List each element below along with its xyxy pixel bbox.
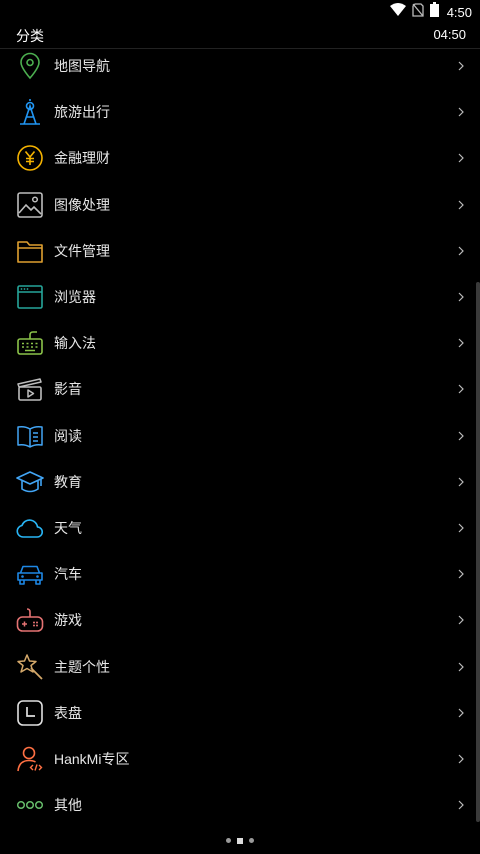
- chevron-right-icon: [458, 615, 464, 625]
- category-row-files[interactable]: 文件管理: [0, 228, 480, 274]
- chevron-right-icon: [458, 754, 464, 764]
- chevron-right-icon: [458, 154, 464, 163]
- category-row-map[interactable]: 地图导航: [0, 43, 480, 89]
- page-indicator[interactable]: [0, 838, 480, 844]
- category-label: 图像处理: [54, 196, 110, 213]
- chevron-right-icon: [458, 431, 464, 441]
- status-bar: 4:50: [0, 0, 480, 24]
- chevron-right-icon: [458, 569, 464, 579]
- category-label: 其他: [54, 797, 82, 814]
- category-label: 天气: [54, 519, 82, 536]
- chevron-right-icon: [458, 107, 464, 117]
- scrollbar[interactable]: [476, 282, 480, 822]
- cloud-icon: [16, 514, 44, 542]
- category-label: 文件管理: [54, 242, 110, 259]
- no-sim-icon: [412, 2, 424, 22]
- gamepad-icon: [16, 606, 44, 634]
- category-row-education[interactable]: 教育: [0, 459, 480, 505]
- category-row-themes[interactable]: 主题个性: [0, 643, 480, 689]
- category-row-browser[interactable]: 浏览器: [0, 274, 480, 320]
- category-label: 主题个性: [54, 658, 110, 675]
- video-icon: [16, 375, 44, 403]
- chevron-right-icon: [458, 61, 464, 71]
- user-code-icon: [16, 745, 44, 773]
- chevron-right-icon: [458, 384, 464, 394]
- category-label: 游戏: [54, 612, 82, 629]
- folder-icon: [16, 237, 44, 265]
- category-row-car[interactable]: 汽车: [0, 551, 480, 597]
- chevron-right-icon: [458, 477, 464, 487]
- clock-icon: [16, 699, 44, 727]
- category-row-travel[interactable]: 旅游出行: [0, 89, 480, 135]
- category-label: HankMi专区: [54, 750, 130, 767]
- category-label: 教育: [54, 473, 82, 490]
- category-row-input-method[interactable]: 输入法: [0, 320, 480, 366]
- browser-icon: [16, 283, 44, 311]
- category-row-finance[interactable]: 金融理财: [0, 135, 480, 181]
- status-time: 4:50: [446, 4, 472, 20]
- magic-wand-icon: [16, 653, 44, 681]
- keyboard-icon: [16, 329, 44, 357]
- category-row-weather[interactable]: 天气: [0, 505, 480, 551]
- category-list: 地图导航 旅游出行 金融理财 图像处理 文件管理 浏览器 输入法 影音 阅读 教…: [0, 43, 480, 828]
- category-label: 浏览器: [54, 289, 96, 306]
- tower-icon: [16, 98, 44, 126]
- chevron-right-icon: [458, 200, 464, 210]
- category-label: 影音: [54, 381, 82, 398]
- category-label: 阅读: [54, 427, 82, 444]
- page-dot[interactable]: [249, 838, 254, 843]
- book-icon: [16, 422, 44, 450]
- chevron-right-icon: [458, 800, 464, 810]
- category-row-video[interactable]: 影音: [0, 366, 480, 412]
- category-row-reading[interactable]: 阅读: [0, 413, 480, 459]
- chevron-right-icon: [458, 662, 464, 671]
- category-label: 汽车: [54, 566, 82, 583]
- chevron-right-icon: [458, 338, 464, 348]
- chevron-right-icon: [458, 708, 464, 718]
- category-label: 输入法: [54, 335, 96, 352]
- page-dot-active[interactable]: [237, 838, 243, 844]
- yen-coin-icon: [16, 144, 44, 172]
- category-label: 金融理财: [54, 150, 110, 167]
- chevron-right-icon: [458, 246, 464, 256]
- chevron-right-icon: [458, 523, 464, 533]
- wifi-icon: [389, 2, 406, 22]
- category-row-games[interactable]: 游戏: [0, 597, 480, 643]
- more-dots-icon: [16, 791, 44, 819]
- category-label: 地图导航: [54, 58, 110, 75]
- chevron-right-icon: [458, 292, 464, 302]
- car-icon: [16, 560, 44, 588]
- category-row-watch-faces[interactable]: 表盘: [0, 690, 480, 736]
- image-icon: [16, 191, 44, 219]
- header-clock: 04:50: [433, 27, 466, 42]
- category-label: 旅游出行: [54, 104, 110, 121]
- category-row-other[interactable]: 其他: [0, 782, 480, 828]
- category-row-hankmi[interactable]: HankMi专区: [0, 736, 480, 782]
- graduation-cap-icon: [16, 468, 44, 496]
- category-row-image[interactable]: 图像处理: [0, 182, 480, 228]
- map-pin-icon: [16, 52, 44, 80]
- page-dot[interactable]: [226, 838, 231, 843]
- category-label: 表盘: [54, 704, 82, 721]
- battery-icon: [429, 2, 439, 22]
